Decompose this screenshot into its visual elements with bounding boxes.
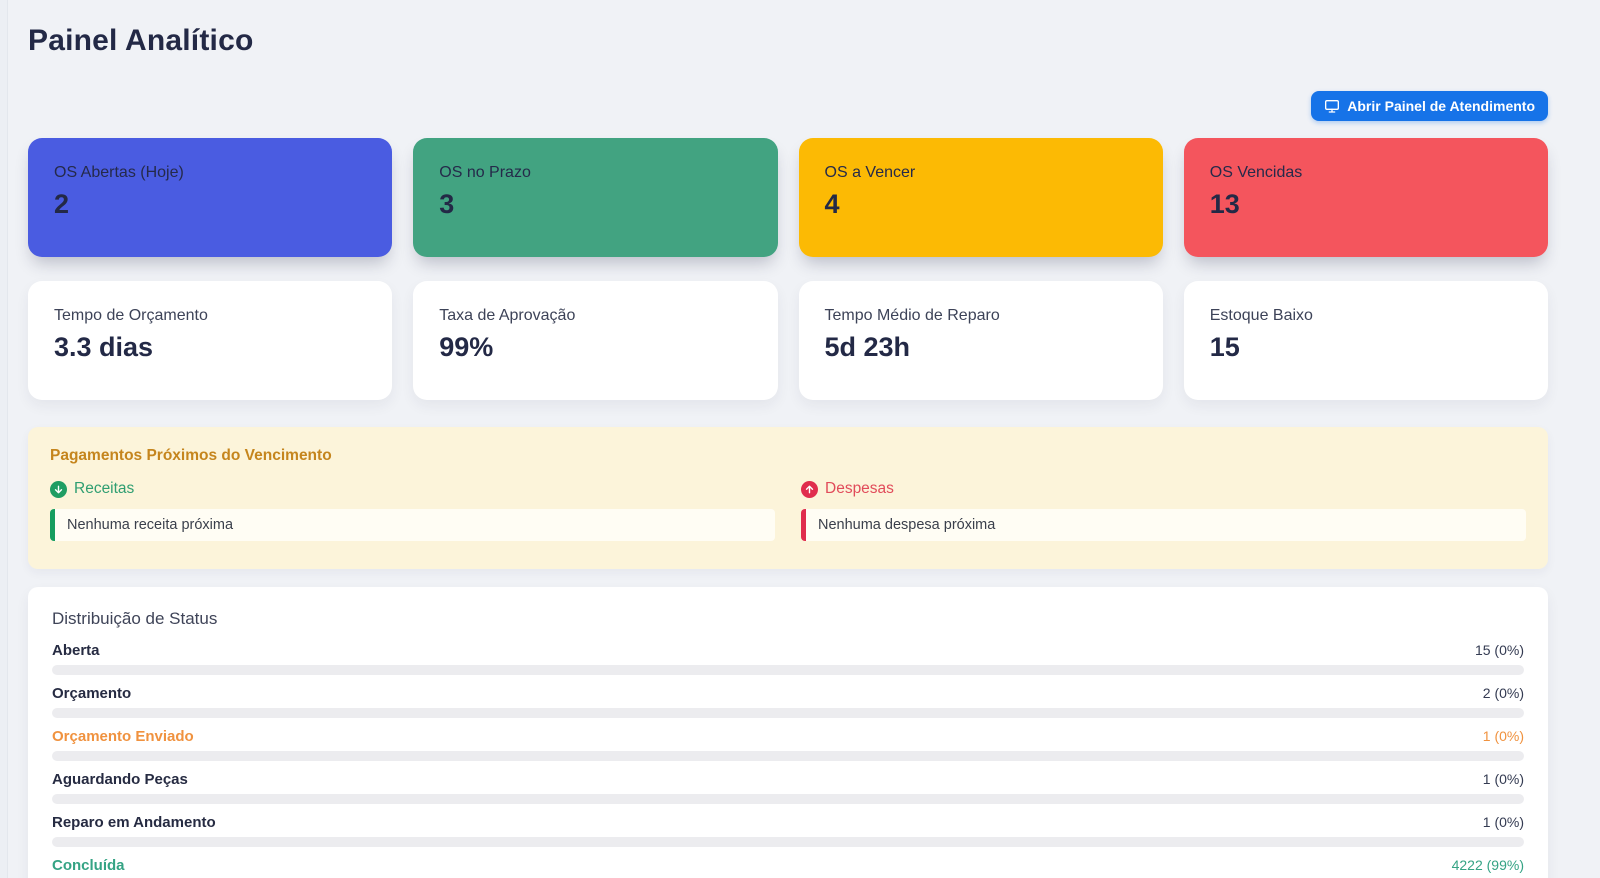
page-title: Painel Analítico xyxy=(28,24,254,57)
metric-value: 5d 23h xyxy=(824,332,911,362)
status-distribution-panel: Distribuição de Status Aberta 15 (0%) Or… xyxy=(28,587,1548,878)
status-progress-track xyxy=(52,794,1524,804)
arrow-down-circle-icon xyxy=(50,480,67,498)
kpi-value: 4 xyxy=(824,189,840,219)
status-row-reparo-em-andamento: Reparo em Andamento 1 (0%) xyxy=(52,814,1524,847)
kpi-label: OS a Vencer xyxy=(824,164,916,181)
payments-columns: Receitas Nenhuma receita próxima Despesa… xyxy=(50,480,1526,541)
metric-card-tempo-orcamento: Tempo de Orçamento 3.3 dias xyxy=(28,281,393,400)
analytics-dashboard: Painel Analítico Abrir Painel de Atendim… xyxy=(28,0,1548,878)
status-progress-track xyxy=(52,708,1524,718)
metric-label: Tempo Médio de Reparo xyxy=(824,307,1000,324)
status-row-aberta: Aberta 15 (0%) xyxy=(52,642,1524,675)
kpi-value: 2 xyxy=(54,189,70,219)
kpi-value: 13 xyxy=(1209,189,1240,219)
kpi-cards-row: OS Abertas (Hoje) 2 OS no Prazo 3 OS a V… xyxy=(28,138,1548,257)
status-row-orcamento-enviado: Orçamento Enviado 1 (0%) xyxy=(52,728,1524,761)
metric-card-taxa-aprovacao: Taxa de Aprovação 99% xyxy=(413,281,778,400)
metric-cards-row: Tempo de Orçamento 3.3 dias Taxa de Apro… xyxy=(28,281,1548,400)
metric-label: Tempo de Orçamento xyxy=(54,307,208,324)
status-progress-track xyxy=(52,751,1524,761)
status-label: Aguardando Peças xyxy=(52,771,188,788)
metric-label: Estoque Baixo xyxy=(1209,307,1313,324)
open-attendance-panel-button-label: Abrir Painel de Atendimento xyxy=(1347,98,1535,114)
metric-value: 3.3 dias xyxy=(54,332,154,362)
status-row-orcamento: Orçamento 2 (0%) xyxy=(52,685,1524,718)
arrow-up-circle-icon xyxy=(801,480,818,498)
kpi-card-os-vencidas: OS Vencidas 13 xyxy=(1183,138,1548,257)
status-label: Concluída xyxy=(52,857,125,874)
monitor-icon xyxy=(1324,98,1340,114)
despesas-label: Despesas xyxy=(825,480,894,497)
status-label: Orçamento xyxy=(52,685,132,702)
status-value: 1 (0%) xyxy=(1482,814,1524,830)
kpi-card-os-abertas: OS Abertas (Hoje) 2 xyxy=(28,138,393,257)
metric-label: Taxa de Aprovação xyxy=(439,307,576,324)
status-row-aguardando-pecas: Aguardando Peças 1 (0%) xyxy=(52,771,1524,804)
kpi-card-os-a-vencer: OS a Vencer 4 xyxy=(798,138,1163,257)
kpi-label: OS no Prazo xyxy=(439,164,531,181)
kpi-card-os-no-prazo: OS no Prazo 3 xyxy=(413,138,778,257)
toolbar: Abrir Painel de Atendimento xyxy=(28,91,1548,121)
status-value: 4222 (99%) xyxy=(1451,857,1524,873)
status-row-concluida: Concluída 4222 (99%) xyxy=(52,857,1524,878)
status-label: Aberta xyxy=(52,642,100,659)
metric-card-tempo-medio-reparo: Tempo Médio de Reparo 5d 23h xyxy=(798,281,1163,400)
kpi-value: 3 xyxy=(439,189,455,219)
status-value: 2 (0%) xyxy=(1482,685,1524,701)
status-value: 1 (0%) xyxy=(1482,728,1524,744)
kpi-label: OS Vencidas xyxy=(1209,164,1303,181)
despesas-column: Despesas Nenhuma despesa próxima xyxy=(801,480,1526,541)
despesas-empty-message: Nenhuma despesa próxima xyxy=(801,509,1526,541)
status-value: 15 (0%) xyxy=(1474,642,1524,658)
metric-value: 99% xyxy=(439,332,494,362)
page-left-edge xyxy=(0,0,8,878)
status-progress-track xyxy=(52,837,1524,847)
metric-card-estoque-baixo: Estoque Baixo 15 xyxy=(1183,281,1548,400)
payments-panel-title: Pagamentos Próximos do Vencimento xyxy=(50,447,332,464)
status-label: Reparo em Andamento xyxy=(52,814,216,831)
status-progress-track xyxy=(52,665,1524,675)
status-distribution-title: Distribuição de Status xyxy=(52,609,218,628)
status-value: 1 (0%) xyxy=(1482,771,1524,787)
kpi-label: OS Abertas (Hoje) xyxy=(54,164,184,181)
open-attendance-panel-button[interactable]: Abrir Painel de Atendimento xyxy=(1311,91,1548,121)
status-label: Orçamento Enviado xyxy=(52,728,194,745)
receitas-label: Receitas xyxy=(74,480,135,497)
receitas-empty-message: Nenhuma receita próxima xyxy=(50,509,775,541)
payments-due-panel: Pagamentos Próximos do Vencimento Receit… xyxy=(28,427,1548,569)
receitas-column: Receitas Nenhuma receita próxima xyxy=(50,480,775,541)
metric-value: 15 xyxy=(1209,332,1240,362)
